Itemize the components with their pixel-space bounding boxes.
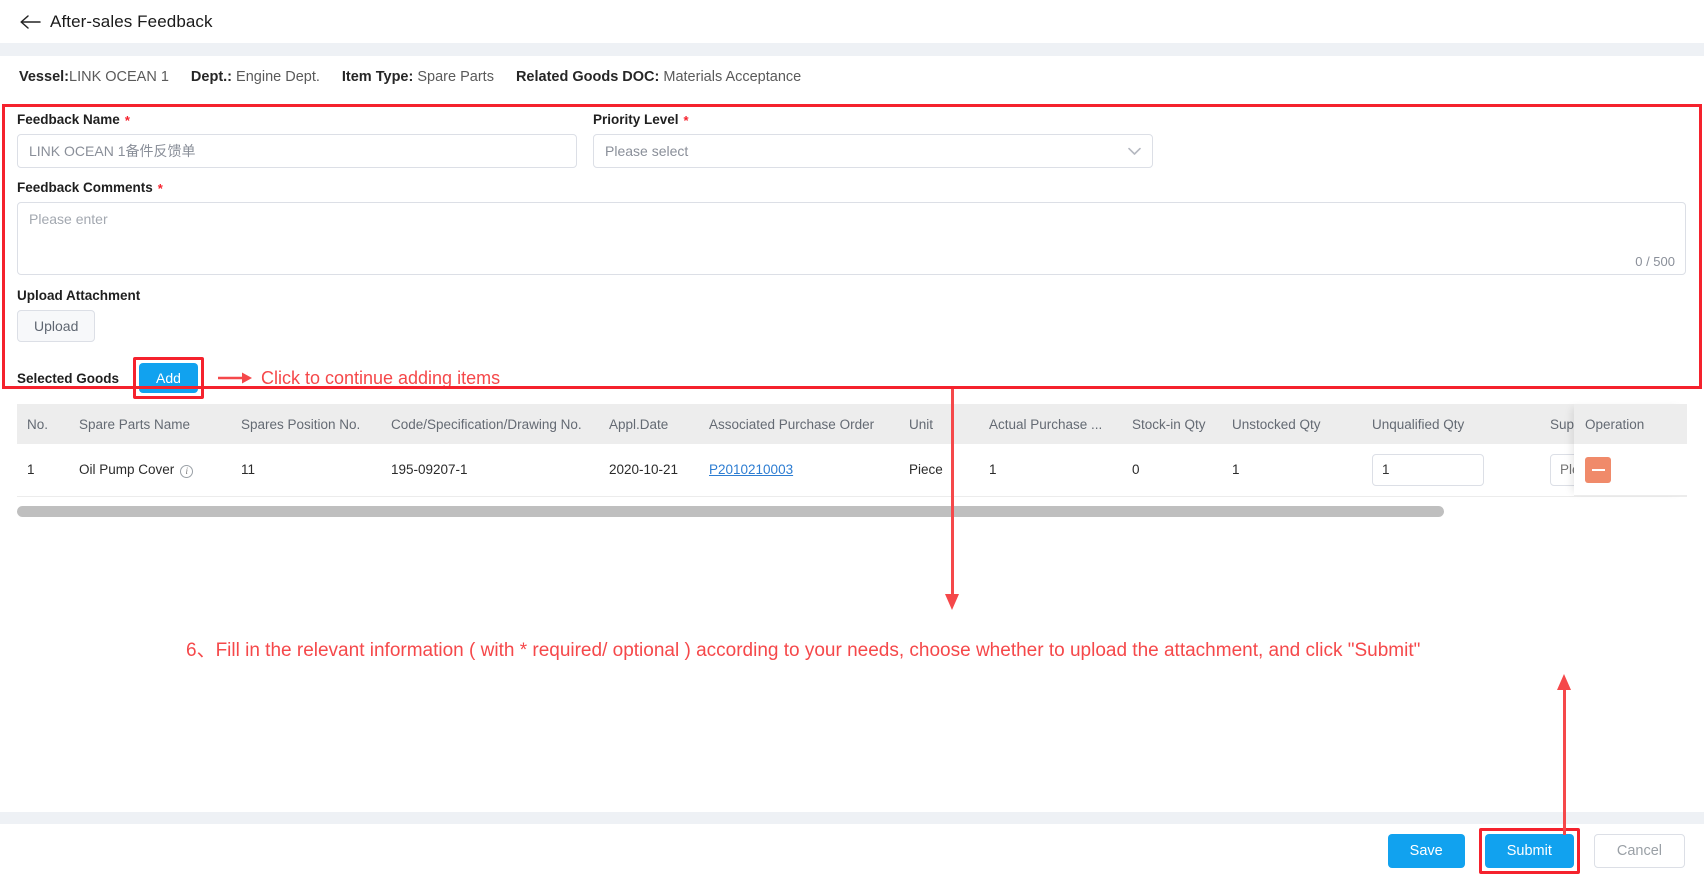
annotation-arrow-right-icon <box>217 371 252 385</box>
column-header-operation: Operation <box>1574 404 1687 444</box>
annotation-arrow-up-icon <box>1557 674 1571 835</box>
feedback-name-group: Feedback Name * <box>17 112 577 168</box>
cell-unit: Piece <box>899 444 979 497</box>
feedback-comments-placeholder: Please enter <box>29 211 108 227</box>
annotation-arrow-down-icon <box>945 389 959 610</box>
column-header-no[interactable]: No. <box>17 404 69 444</box>
add-annotation-text: Click to continue adding items <box>260 367 501 388</box>
priority-level-placeholder: Please select <box>605 143 689 159</box>
chevron-down-icon <box>1128 147 1141 156</box>
submit-button[interactable]: Submit <box>1484 833 1574 868</box>
meta-item-type-value: Spare Parts <box>417 69 494 85</box>
info-circle-icon[interactable]: i <box>180 464 194 478</box>
operation-cell <box>1574 444 1687 496</box>
meta-item-type-label: Item Type: <box>341 69 414 85</box>
column-header-code-spec-drawing-no[interactable]: Code/Specification/Drawing No. <box>381 404 599 444</box>
meta-related-doc-value: Materials Acceptance <box>663 69 802 85</box>
meta-vessel-value: LINK OCEAN 1 <box>69 69 169 85</box>
meta-dept-label: Dept.: <box>190 69 233 85</box>
upload-attachment-label: Upload Attachment <box>17 288 141 303</box>
page-title: After-sales Feedback <box>50 11 213 31</box>
cell-spare-parts-name: Oil Pump Cover i <box>69 444 231 497</box>
column-header-unit[interactable]: Unit <box>899 404 979 444</box>
back-arrow-icon[interactable] <box>19 11 41 33</box>
meta-dept: Dept.: Engine Dept. <box>191 69 320 85</box>
cell-actual-purchase: 1 <box>979 444 1122 497</box>
priority-level-select[interactable]: Please select <box>593 134 1153 168</box>
column-header-stock-in-qty[interactable]: Stock-in Qty <box>1122 404 1222 444</box>
priority-level-group: Priority Level * Please select <box>593 112 1153 168</box>
column-header-appl-date[interactable]: Appl.Date <box>599 404 699 444</box>
column-header-actual-purchase[interactable]: Actual Purchase ... <box>979 404 1122 444</box>
feedback-comments-group: Feedback Comments * Please enter 0 / 500 <box>17 180 1686 275</box>
column-header-spares-position-no[interactable]: Spares Position No. <box>231 404 381 444</box>
step-annotation-text: 6、Fill in the relevant information ( wit… <box>186 640 1421 661</box>
cancel-button[interactable]: Cancel <box>1593 833 1685 868</box>
meta-item-type: Item Type: Spare Parts <box>342 69 494 85</box>
selected-goods-title: Selected Goods <box>17 370 120 386</box>
cell-associated-purchase-order: P2010210003 <box>699 444 899 497</box>
top-bar: After-sales Feedback <box>0 0 1704 43</box>
cell-appl-date: 2020-10-21 <box>599 444 699 497</box>
column-header-unstocked-qty[interactable]: Unstocked Qty <box>1222 404 1362 444</box>
meta-related-doc: Related Goods DOC: Materials Acceptance <box>516 69 801 85</box>
meta-related-doc-label: Related Goods DOC: <box>515 69 660 85</box>
feedback-comments-label: Feedback Comments <box>17 180 153 195</box>
meta-vessel: Vessel:LINK OCEAN 1 <box>19 69 169 85</box>
feedback-comments-label-row: Feedback Comments * <box>17 180 1686 195</box>
meta-dept-value: Engine Dept. <box>236 69 320 85</box>
page-root: After-sales Feedback Vessel:LINK OCEAN 1… <box>0 0 1704 877</box>
cell-spares-position-no: 11 <box>231 444 381 497</box>
column-header-unqualified-qty[interactable]: Unqualified Qty <box>1362 404 1540 444</box>
table-horizontal-scrollbar[interactable] <box>17 505 1687 517</box>
meta-info-bar: Vessel:LINK OCEAN 1 Dept.: Engine Dept. … <box>0 56 1704 98</box>
cell-code-spec-drawing-no: 195-09207-1 <box>381 444 599 497</box>
operation-column: Operation <box>1574 404 1687 496</box>
save-button[interactable]: Save <box>1387 833 1465 868</box>
minus-icon[interactable] <box>1585 456 1611 483</box>
purchase-order-link[interactable]: P2010210003 <box>709 462 793 477</box>
upload-attachment-group: Upload Attachment Upload <box>17 288 1686 342</box>
selected-goods-table: No. Spare Parts Name Spares Position No.… <box>17 404 1687 497</box>
add-button[interactable]: Add <box>139 363 198 393</box>
selected-goods-table-wrapper: No. Spare Parts Name Spares Position No.… <box>0 404 1704 497</box>
feedback-name-label-row: Feedback Name * <box>17 112 577 127</box>
cell-unqualified-qty <box>1362 444 1540 497</box>
character-counter: 0 / 500 <box>1635 254 1675 269</box>
footer-actions: Save Submit Cancel <box>0 824 1704 877</box>
feedback-name-input[interactable] <box>17 134 577 168</box>
footer-separator-band <box>0 812 1704 824</box>
column-header-spare-parts-name[interactable]: Spare Parts Name <box>69 404 231 444</box>
feedback-form: Feedback Name * Priority Level * Please … <box>0 98 1704 342</box>
cell-unstocked-qty: 1 <box>1222 444 1362 497</box>
feedback-name-label: Feedback Name <box>17 112 120 127</box>
priority-level-label-row: Priority Level * <box>593 112 1153 127</box>
cell-stock-in-qty: 0 <box>1122 444 1222 497</box>
meta-vessel-label: Vessel: <box>19 69 69 85</box>
upload-button[interactable]: Upload <box>17 310 96 342</box>
unqualified-qty-input[interactable] <box>1372 453 1484 486</box>
table-row: 1 Oil Pump Cover i 11 195-09207-1 2020-10… <box>17 444 1687 497</box>
upload-attachment-label-row: Upload Attachment <box>17 288 1686 303</box>
table-header-row: No. Spare Parts Name Spares Position No.… <box>17 404 1687 444</box>
priority-level-label: Priority Level <box>593 112 679 127</box>
column-header-associated-purchase-order[interactable]: Associated Purchase Order <box>699 404 899 444</box>
required-asterisk: * <box>683 113 689 128</box>
feedback-comments-textarea[interactable]: Please enter 0 / 500 <box>17 202 1686 275</box>
add-button-highlight-box: Add <box>133 357 204 399</box>
cell-no: 1 <box>17 444 69 497</box>
required-asterisk: * <box>157 181 163 196</box>
header-separator-band <box>0 43 1704 56</box>
scrollbar-thumb[interactable] <box>17 505 1444 517</box>
spare-parts-name-text: Oil Pump Cover <box>79 461 175 477</box>
selected-goods-header: Selected Goods Add Click to continue add… <box>0 357 1704 399</box>
required-asterisk: * <box>124 113 130 128</box>
